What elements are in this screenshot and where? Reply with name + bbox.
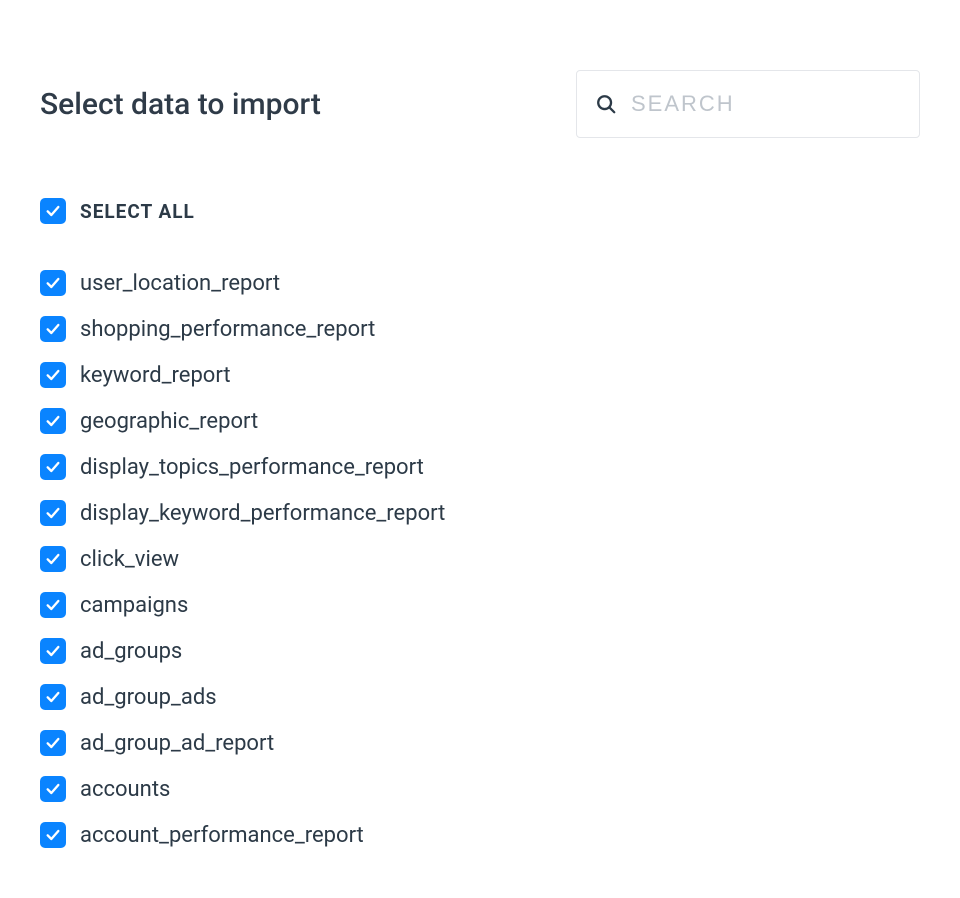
check-icon	[45, 689, 61, 705]
item-label: display_topics_performance_report	[80, 455, 424, 480]
check-icon	[45, 781, 61, 797]
list-item[interactable]: geographic_report	[40, 398, 920, 444]
item-label: ad_group_ads	[80, 685, 217, 710]
check-icon	[45, 551, 61, 567]
item-checkbox[interactable]	[40, 684, 66, 710]
list-item[interactable]: account_performance_report	[40, 812, 920, 858]
item-label: campaigns	[80, 593, 188, 618]
check-icon	[45, 735, 61, 751]
list-item[interactable]: keyword_report	[40, 352, 920, 398]
search-field[interactable]	[576, 70, 920, 138]
check-icon	[45, 367, 61, 383]
item-label: ad_group_ad_report	[80, 731, 274, 756]
item-checkbox[interactable]	[40, 454, 66, 480]
item-checkbox[interactable]	[40, 270, 66, 296]
item-label: click_view	[80, 547, 179, 572]
item-checkbox[interactable]	[40, 316, 66, 342]
item-label: display_keyword_performance_report	[80, 501, 445, 526]
item-label: keyword_report	[80, 363, 231, 388]
item-checkbox[interactable]	[40, 362, 66, 388]
item-label: ad_groups	[80, 639, 182, 664]
item-label: accounts	[80, 777, 170, 802]
list-item[interactable]: accounts	[40, 766, 920, 812]
item-checkbox[interactable]	[40, 500, 66, 526]
item-label: user_location_report	[80, 271, 280, 296]
select-all-row[interactable]: SELECT ALL	[40, 198, 920, 224]
page-title: Select data to import	[40, 87, 321, 122]
check-icon	[45, 321, 61, 337]
list-item[interactable]: ad_groups	[40, 628, 920, 674]
search-icon	[595, 93, 617, 115]
check-icon	[45, 827, 61, 843]
check-icon	[45, 643, 61, 659]
search-input[interactable]	[629, 90, 901, 118]
item-label: account_performance_report	[80, 823, 364, 848]
item-label: shopping_performance_report	[80, 317, 375, 342]
check-icon	[45, 413, 61, 429]
list-item[interactable]: shopping_performance_report	[40, 306, 920, 352]
item-checkbox[interactable]	[40, 822, 66, 848]
item-checkbox[interactable]	[40, 730, 66, 756]
list-item[interactable]: display_keyword_performance_report	[40, 490, 920, 536]
select-all-label: SELECT ALL	[80, 200, 195, 223]
list-item[interactable]: ad_group_ad_report	[40, 720, 920, 766]
item-checkbox[interactable]	[40, 776, 66, 802]
list-item[interactable]: display_topics_performance_report	[40, 444, 920, 490]
data-item-list: user_location_report shopping_performanc…	[40, 260, 920, 858]
check-icon	[45, 505, 61, 521]
item-checkbox[interactable]	[40, 638, 66, 664]
header-row: Select data to import	[40, 70, 920, 138]
list-item[interactable]: click_view	[40, 536, 920, 582]
item-checkbox[interactable]	[40, 592, 66, 618]
select-all-checkbox[interactable]	[40, 198, 66, 224]
list-item[interactable]: campaigns	[40, 582, 920, 628]
item-checkbox[interactable]	[40, 408, 66, 434]
item-label: geographic_report	[80, 409, 258, 434]
list-item[interactable]: ad_group_ads	[40, 674, 920, 720]
check-icon	[45, 275, 61, 291]
item-checkbox[interactable]	[40, 546, 66, 572]
check-icon	[45, 597, 61, 613]
list-item[interactable]: user_location_report	[40, 260, 920, 306]
check-icon	[45, 459, 61, 475]
check-icon	[45, 203, 61, 219]
